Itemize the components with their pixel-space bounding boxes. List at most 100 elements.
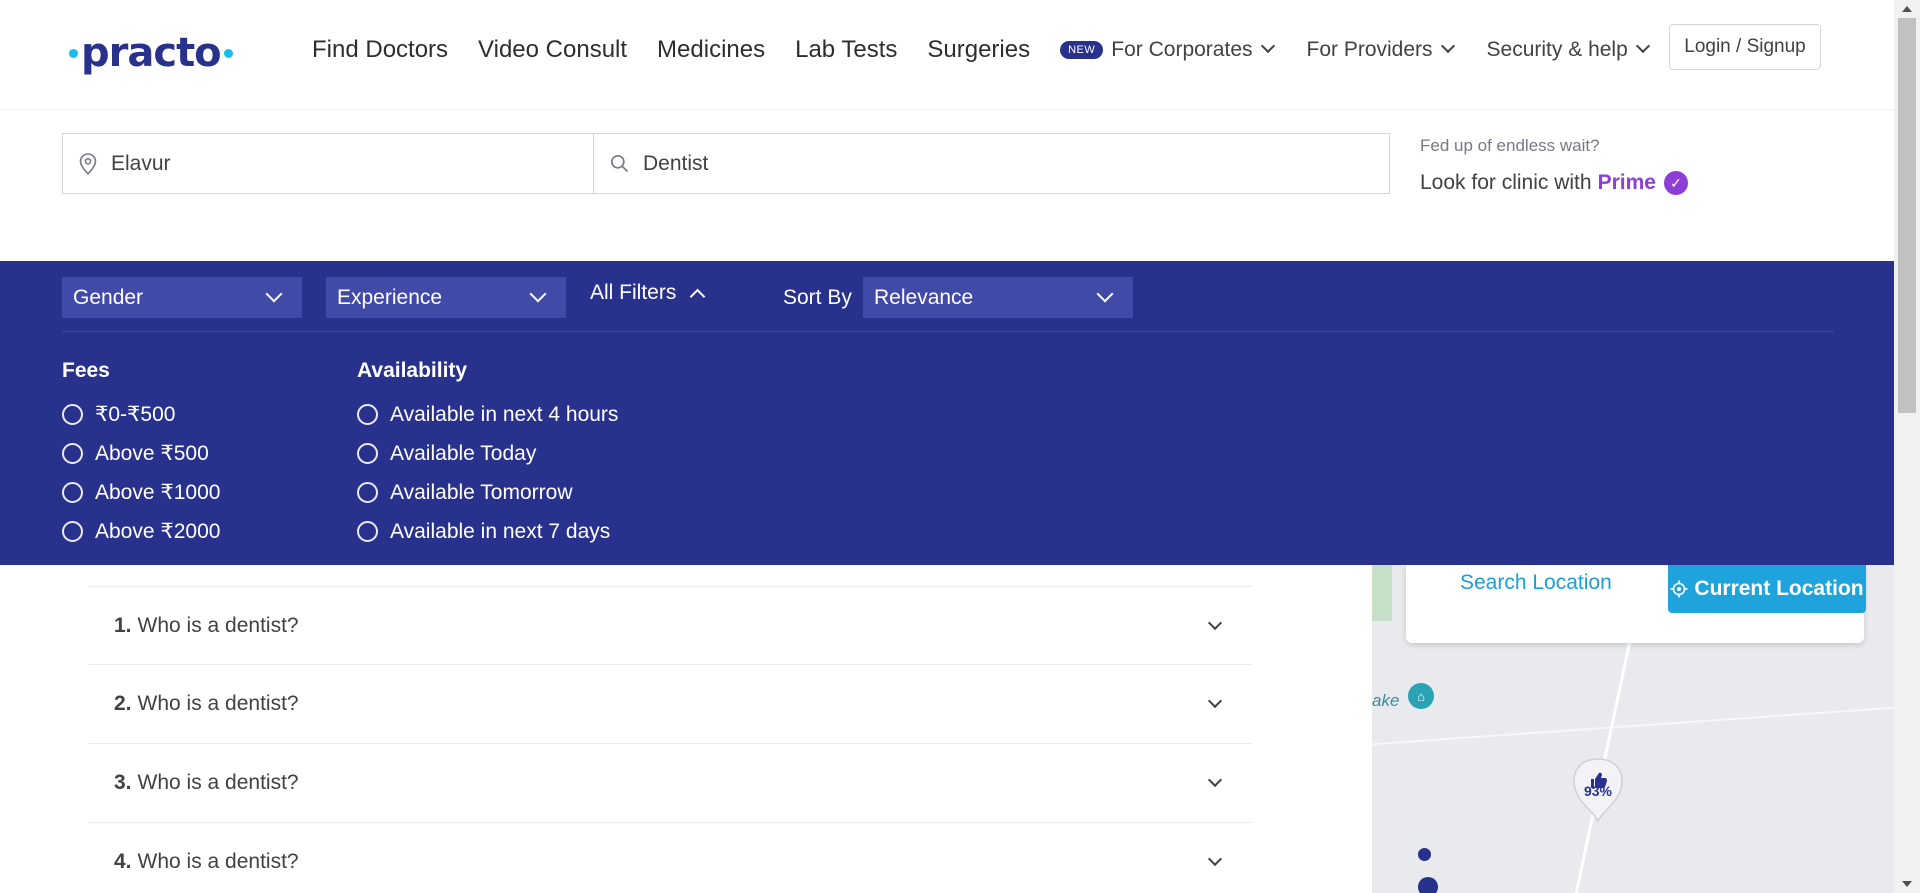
prime-link[interactable]: Prime: [1598, 171, 1656, 195]
location-card: Search Location Current Location: [1406, 565, 1866, 643]
scroll-up-arrow[interactable]: [1902, 6, 1912, 12]
fees-option[interactable]: Above ₹2000: [62, 512, 220, 551]
location-input[interactable]: [111, 151, 574, 176]
radio-button[interactable]: [62, 521, 83, 542]
search-location-link[interactable]: Search Location: [1460, 571, 1612, 595]
fees-option-label: Above ₹1000: [95, 481, 221, 504]
all-filters-toggle[interactable]: All Filters: [590, 281, 706, 305]
search-bar: [62, 133, 1390, 194]
crosshair-icon: [1670, 580, 1688, 598]
fees-option[interactable]: Above ₹500: [62, 434, 220, 473]
nav-for-providers-label: For Providers: [1306, 38, 1433, 61]
map-dot-marker[interactable]: [1418, 877, 1438, 893]
keyword-input[interactable]: [643, 151, 1345, 176]
faq-number: 1.: [114, 613, 132, 637]
faq-number: 3.: [114, 771, 132, 794]
radio-button[interactable]: [357, 482, 378, 503]
faq-item[interactable]: 2. Who is a dentist?: [89, 665, 1252, 744]
fees-filter-group: Fees ₹0-₹500 Above ₹500 Above ₹1000 Abov…: [62, 359, 220, 551]
practo-logo[interactable]: practo: [66, 30, 236, 76]
recommendation-percent: 93%: [1583, 783, 1613, 799]
radio-button[interactable]: [62, 482, 83, 503]
sort-by-label: Sort By: [783, 286, 852, 309]
availability-option-label: Available Tomorrow: [390, 480, 573, 504]
fees-option[interactable]: Above ₹1000: [62, 473, 220, 512]
fees-option-label: Above ₹500: [95, 442, 209, 465]
main-nav: Find Doctors Video Consult Medicines Lab…: [312, 36, 1682, 64]
map-lake-label: ake: [1372, 691, 1400, 710]
map-dot-marker[interactable]: [1418, 848, 1431, 861]
chevron-down-icon: [1635, 38, 1650, 54]
fees-title: Fees: [62, 359, 110, 382]
nav-video-consult[interactable]: Video Consult: [478, 36, 627, 64]
radio-button[interactable]: [62, 404, 83, 425]
scrollbar-thumb[interactable]: [1898, 18, 1916, 413]
top-header: practo Find Doctors Video Consult Medici…: [0, 0, 1894, 110]
prime-promo-line2: Look for clinic with Prime ✓: [1420, 171, 1688, 195]
chevron-up-icon: [690, 288, 706, 304]
nav-for-corporates[interactable]: NEW For Corporates: [1060, 38, 1275, 62]
availability-option-label: Available in next 7 days: [390, 519, 611, 543]
availability-option[interactable]: Available in next 7 days: [357, 512, 618, 551]
nav-medicines[interactable]: Medicines: [657, 36, 765, 64]
availability-title: Availability: [357, 359, 468, 382]
keyword-field[interactable]: [594, 134, 1389, 193]
chevron-down-icon: [529, 285, 547, 303]
nav-security-help[interactable]: Security & help: [1486, 38, 1650, 62]
map-view[interactable]: ake ⌂ Search Location Current Location 9…: [1372, 565, 1894, 893]
availability-option[interactable]: Available in next 4 hours: [357, 395, 618, 434]
faq-question: Who is a dentist?: [137, 692, 299, 715]
prime-promo-prefix: Look for clinic with: [1420, 171, 1592, 194]
sort-dropdown[interactable]: Relevance: [863, 277, 1133, 318]
chevron-down-icon: [1207, 851, 1223, 867]
nav-find-doctors[interactable]: Find Doctors: [312, 36, 448, 64]
fees-option[interactable]: ₹0-₹500: [62, 395, 220, 434]
chevron-down-icon: [1207, 693, 1223, 709]
faq-number: 2.: [114, 692, 132, 715]
faq-item[interactable]: 1. Who is a dentist?: [89, 586, 1252, 665]
availability-option[interactable]: Available Today: [357, 434, 618, 473]
location-field[interactable]: [63, 134, 594, 193]
faq-list: 1. Who is a dentist? 2. Who is a dentist…: [89, 586, 1252, 893]
faq-item[interactable]: 4. Who is a dentist?: [89, 823, 1252, 893]
prime-promo: Fed up of endless wait? Look for clinic …: [1420, 136, 1688, 195]
nav-for-corporates-label: For Corporates: [1111, 38, 1253, 61]
current-location-button[interactable]: Current Location: [1668, 565, 1866, 613]
chevron-down-icon: [1207, 772, 1223, 788]
chevron-down-icon: [1440, 38, 1455, 54]
faq-item[interactable]: 3. Who is a dentist?: [89, 744, 1252, 823]
nav-for-providers[interactable]: For Providers: [1306, 38, 1455, 62]
availability-option[interactable]: Available Tomorrow: [357, 473, 618, 512]
radio-button[interactable]: [357, 443, 378, 464]
chevron-down-icon: [1260, 38, 1275, 54]
radio-button[interactable]: [357, 521, 378, 542]
radio-button[interactable]: [357, 404, 378, 425]
faq-question: Who is a dentist?: [137, 771, 299, 794]
faq-question: Who is a dentist?: [137, 613, 299, 637]
nav-lab-tests[interactable]: Lab Tests: [795, 36, 897, 64]
availability-filter-group: Availability Available in next 4 hours A…: [357, 359, 618, 551]
nav-surgeries[interactable]: Surgeries: [927, 36, 1030, 64]
current-location-label: Current Location: [1694, 577, 1864, 600]
map-marker[interactable]: 93%: [1570, 755, 1626, 824]
chevron-down-icon: [1207, 615, 1223, 631]
all-filters-label: All Filters: [590, 281, 677, 304]
login-signup-button[interactable]: Login / Signup: [1669, 24, 1821, 70]
fees-option-label: Above ₹2000: [95, 520, 221, 543]
experience-dropdown-label: Experience: [337, 285, 443, 309]
faq-question: Who is a dentist?: [137, 850, 299, 873]
radio-button[interactable]: [62, 443, 83, 464]
availability-option-label: Available in next 4 hours: [390, 402, 619, 426]
nav-security-help-label: Security & help: [1486, 38, 1628, 61]
page-scrollbar[interactable]: [1894, 0, 1920, 893]
new-badge: NEW: [1060, 41, 1104, 59]
filter-divider: [62, 331, 1834, 332]
gender-dropdown-label: Gender: [73, 285, 144, 309]
gender-dropdown[interactable]: Gender: [62, 277, 302, 318]
location-pin-icon: [79, 152, 97, 175]
availability-option-label: Available Today: [390, 441, 537, 465]
lake-poi-icon: ⌂: [1408, 683, 1434, 709]
experience-dropdown[interactable]: Experience: [326, 277, 566, 318]
scroll-down-arrow[interactable]: [1902, 881, 1912, 887]
chevron-down-icon: [1096, 285, 1114, 303]
